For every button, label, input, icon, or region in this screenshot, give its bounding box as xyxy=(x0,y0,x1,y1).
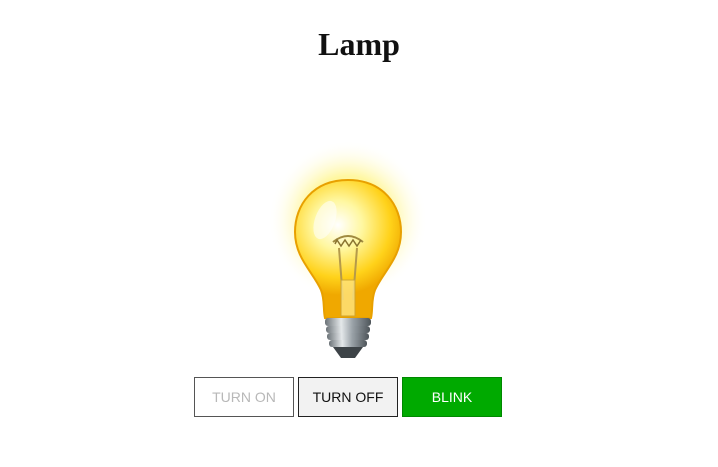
blink-button[interactable]: BLINK xyxy=(402,377,502,417)
lamp-controls: TURN ON TURN OFF BLINK xyxy=(194,377,502,417)
page-title: Lamp xyxy=(318,26,400,62)
lamp-display xyxy=(263,140,433,365)
turn-on-button[interactable]: TURN ON xyxy=(194,377,294,417)
turn-off-button[interactable]: TURN OFF xyxy=(298,377,398,417)
lightbulb-icon xyxy=(270,142,426,358)
